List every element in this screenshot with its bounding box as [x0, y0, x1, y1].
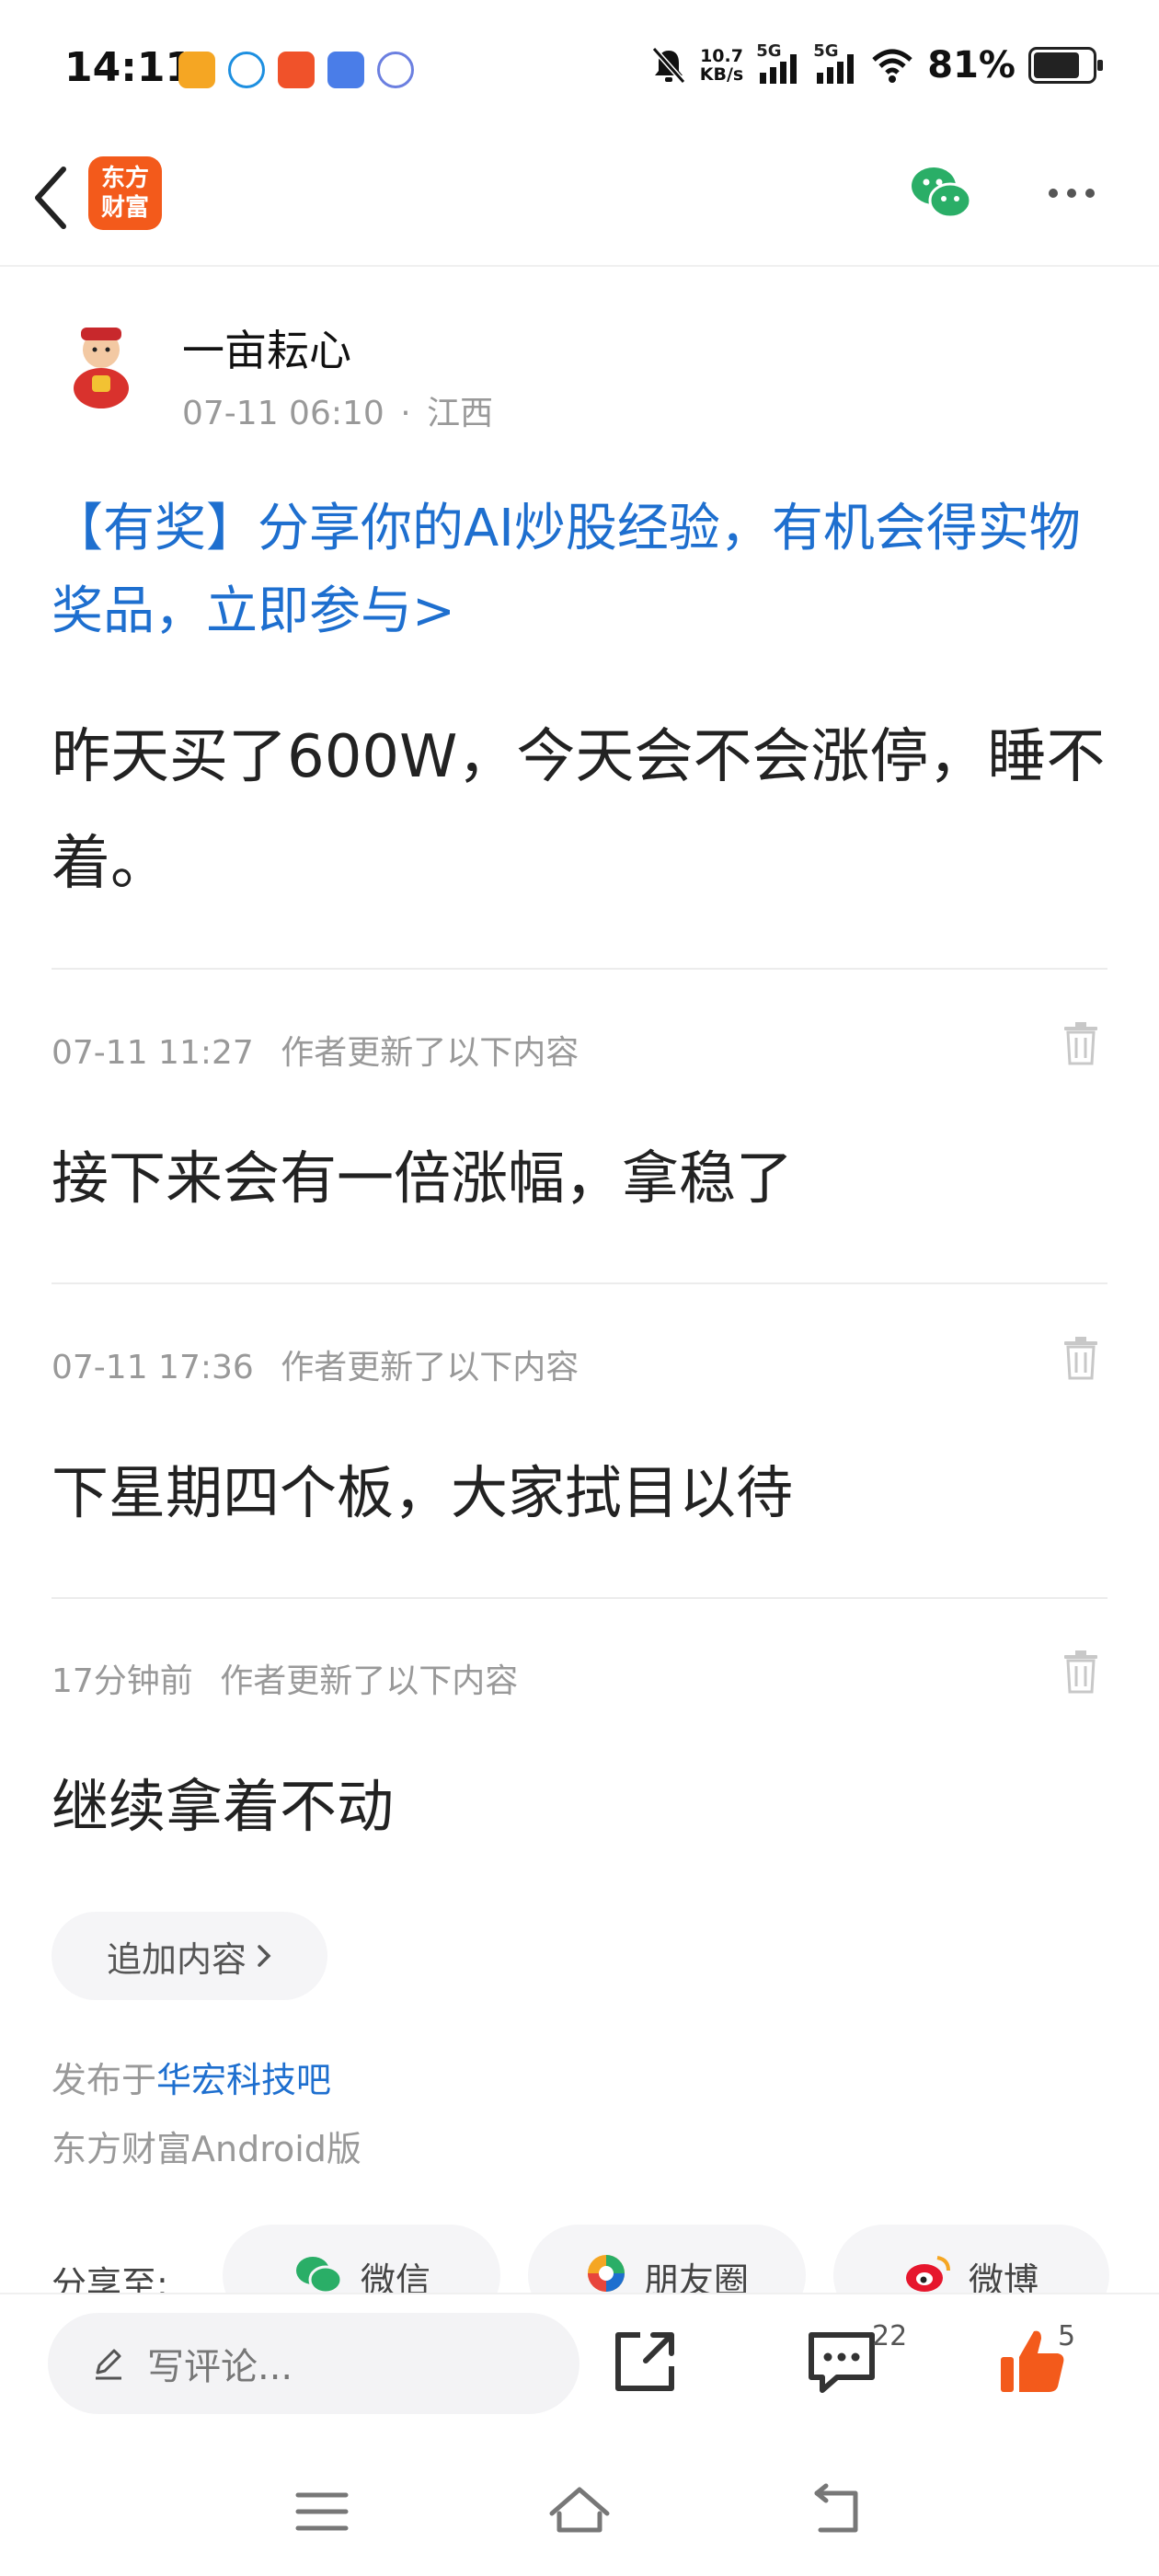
trash-icon: [1064, 1337, 1097, 1380]
net-speed-unit: KB/s: [699, 64, 744, 85]
published-in: 发布于华宏科技吧: [52, 2052, 331, 2102]
menu-nav-button[interactable]: [285, 2475, 359, 2548]
signal-bars-icon: [760, 54, 798, 84]
post-location: 江西: [427, 395, 494, 432]
wechat-share-button[interactable]: [906, 158, 976, 228]
wechat-icon: [912, 167, 972, 219]
signal-bars-icon: [817, 54, 855, 84]
return-icon: [814, 2483, 858, 2533]
post-body: 昨天买了600W，今天会不会涨停，睡不着。: [52, 723, 1106, 898]
moments-icon: [587, 2255, 625, 2292]
signal-strength-1: 5G: [756, 41, 800, 86]
like-count: 5: [1058, 2320, 1076, 2352]
promo-link[interactable]: 【有奖】分享你的AI炒股经验，有机会得实物奖品，立即参与>: [52, 488, 1109, 653]
post-date: 07-11 06:10: [182, 395, 384, 432]
home-icon: [549, 2487, 610, 2533]
more-dot: [1085, 189, 1095, 198]
share-target-label: 朋友圈: [643, 2260, 749, 2293]
bottom-action-bar: 写评论... 22 5: [0, 2293, 1159, 2431]
share-wechat-button[interactable]: 微信: [223, 2225, 500, 2293]
home-nav-button[interactable]: [543, 2475, 616, 2548]
more-options-button[interactable]: [1039, 166, 1104, 221]
avatar-image: [74, 328, 129, 408]
back-nav-button[interactable]: [800, 2475, 874, 2548]
forward-button[interactable]: [603, 2320, 686, 2403]
battery-icon: [1028, 47, 1103, 84]
wifi-icon: [872, 49, 912, 83]
share-row: 分享至: 微信 朋友圈 微博: [0, 2225, 1159, 2293]
update-text: 继续拿着不动: [52, 1773, 395, 1840]
share-target-label: 微信: [360, 2260, 430, 2293]
chevron-right-icon: [258, 1945, 271, 1967]
net-speed-value: 10.7: [700, 46, 743, 66]
divider: [52, 1597, 1107, 1599]
battery-cap: [1097, 60, 1103, 71]
app-logo[interactable]: 东方 财富: [88, 156, 162, 230]
update-meta: 07-11 17:36 作者更新了以下内容: [52, 1340, 579, 1388]
delete-update-button[interactable]: [1062, 1336, 1099, 1380]
add-content-button[interactable]: 追加内容: [52, 1912, 327, 2000]
chevron-left-icon: [35, 167, 66, 229]
browser-notification-icon: [228, 52, 265, 88]
comment-icon: [809, 2332, 875, 2393]
divider: [52, 968, 1107, 970]
logo-line-2: 财富: [100, 194, 149, 222]
share-label: 分享至:: [52, 2264, 168, 2293]
more-dot: [1067, 189, 1076, 198]
author-avatar[interactable]: [57, 322, 145, 410]
client-source: 东方财富Android版: [52, 2129, 361, 2169]
delete-update-button[interactable]: [1062, 1021, 1099, 1065]
menu-icon: [295, 2492, 349, 2531]
app-notification-icon: [278, 52, 315, 88]
status-time: 14:11: [64, 44, 194, 91]
wechat-icon: [295, 2257, 343, 2293]
update-time: 07-11 17:36: [52, 1349, 254, 1386]
update-note: 作者更新了以下内容: [281, 1349, 580, 1386]
update-time: 07-11 11:27: [52, 1034, 254, 1072]
battery-percent: 81%: [927, 44, 1016, 86]
app-notification-icon: [178, 52, 215, 88]
more-dot: [1049, 189, 1058, 198]
status-bar: 14:11 10.7 KB/s 5G 5G 81%: [0, 0, 1159, 138]
signal-strength-2: 5G: [813, 41, 857, 86]
top-nav-bar: 东方 财富: [0, 138, 1159, 267]
post-meta: 07-11 06:10 · 江西: [182, 386, 493, 434]
share-weibo-button[interactable]: 微博: [833, 2225, 1109, 2293]
update-note: 作者更新了以下内容: [281, 1034, 580, 1072]
update-note: 作者更新了以下内容: [220, 1662, 519, 1700]
update-text: 下星期四个板，大家拭目以待: [52, 1459, 794, 1526]
app-notification-icon: [377, 52, 414, 88]
trash-icon: [1064, 1022, 1097, 1065]
share-target-label: 微博: [968, 2260, 1039, 2293]
net-speed: 10.7 KB/s: [700, 47, 743, 84]
forum-link[interactable]: 华宏科技吧: [156, 2060, 331, 2100]
trash-icon: [1064, 1650, 1097, 1694]
delete-update-button[interactable]: [1062, 1650, 1099, 1694]
weibo-icon: [905, 2256, 950, 2292]
comments-button[interactable]: [800, 2320, 883, 2403]
divider: [52, 1282, 1107, 1284]
meta-separator: ·: [400, 395, 411, 432]
update-meta: 07-11 11:27 作者更新了以下内容: [52, 1026, 579, 1074]
battery-fill: [1034, 52, 1080, 78]
update-time: 17分钟前: [52, 1662, 193, 1700]
mute-icon: [651, 47, 686, 84]
logo-line-1: 东方: [100, 165, 149, 192]
comment-placeholder: 写评论...: [147, 2346, 293, 2388]
published-prefix: 发布于: [52, 2060, 157, 2100]
comment-input[interactable]: 写评论...: [48, 2313, 580, 2414]
status-indicators: 10.7 KB/s 5G 5G 81%: [650, 41, 1103, 86]
share-out-icon: [615, 2332, 674, 2391]
pencil-icon: [96, 2349, 121, 2380]
add-content-label: 追加内容: [106, 1938, 247, 1980]
share-moments-button[interactable]: 朋友圈: [528, 2225, 806, 2293]
update-meta: 17分钟前 作者更新了以下内容: [52, 1654, 518, 1702]
author-name[interactable]: 一亩耘心: [182, 317, 351, 378]
notification-icons: [178, 52, 414, 88]
comment-count: 22: [872, 2320, 908, 2352]
update-text: 接下来会有一倍涨幅，拿稳了: [52, 1144, 794, 1212]
app-notification-icon: [327, 52, 364, 88]
system-nav-bar: [0, 2447, 1159, 2576]
back-button[interactable]: [18, 156, 83, 239]
